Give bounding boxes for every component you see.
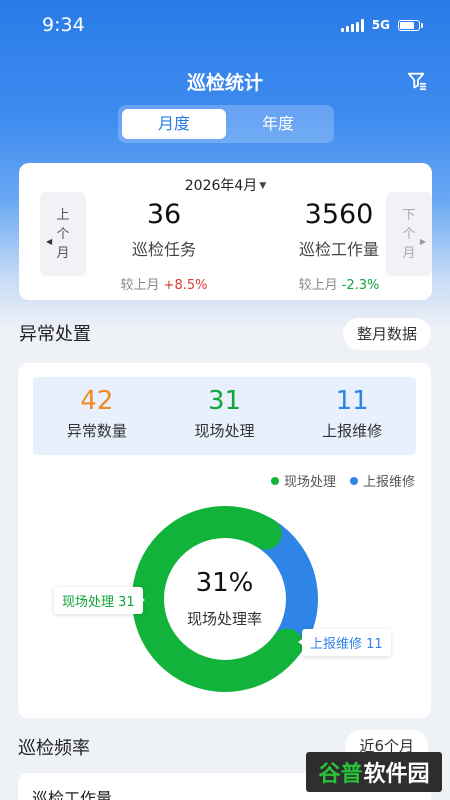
compare-label: 较上月 xyxy=(298,278,338,293)
delta-badge: -2.3% xyxy=(341,278,380,293)
filter-icon[interactable] xyxy=(406,70,428,92)
status-time: 9:34 xyxy=(42,14,85,36)
prev-month-button[interactable]: ◀ 上 个 月 xyxy=(40,192,86,276)
stat-inspection-tasks: 36 巡检任务 较上月 +8.5% xyxy=(89,199,239,293)
tab-monthly[interactable]: 月度 xyxy=(122,109,226,139)
caret-left-icon: ◀ xyxy=(46,237,53,246)
caret-right-icon: ▶ xyxy=(419,237,426,246)
donut-chart xyxy=(132,506,318,692)
next-month-button[interactable]: ▶ 下 个 月 xyxy=(386,192,432,276)
callout-onsite: 现场处理 31 xyxy=(54,587,145,614)
battery-icon xyxy=(398,19,423,31)
month-label: 2026年4月 xyxy=(184,178,258,194)
prev-month-char: 个 xyxy=(56,226,70,242)
network-type: 5G xyxy=(371,18,390,32)
status-icons: 5G xyxy=(340,18,423,32)
section-title-frequency: 巡检频率 xyxy=(18,738,90,759)
section-title-anomaly: 异常处置 xyxy=(19,324,91,345)
status-bar: 9:34 5G xyxy=(0,0,450,50)
donut-slice-onsite xyxy=(132,506,304,692)
next-month-char: 下 xyxy=(402,207,416,223)
stat-value: 36 xyxy=(146,199,182,230)
delta-badge: +8.5% xyxy=(163,278,208,293)
range-button-month[interactable]: 整月数据 xyxy=(342,318,431,350)
period-segment: 月度 年度 xyxy=(118,105,334,143)
watermark-text: 谷普 xyxy=(318,762,363,787)
next-month-char: 月 xyxy=(402,245,416,261)
prev-month-char: 上 xyxy=(56,207,70,223)
stat-compare: 较上月 +8.5% xyxy=(89,274,239,293)
tab-yearly[interactable]: 年度 xyxy=(226,109,330,139)
stat-compare: 较上月 -2.3% xyxy=(264,274,414,293)
callout-repair: 上报维修 11 xyxy=(298,629,391,656)
frequency-card-title: 巡检工作量 xyxy=(32,789,113,800)
signal-icon xyxy=(340,18,364,32)
anomaly-card: 42 异常数量 31 现场处理 11 上报维修 现场处理 上报维修 31% 现场… xyxy=(18,363,431,718)
stat-label: 巡检任务 xyxy=(131,240,196,259)
compare-label: 较上月 xyxy=(120,278,160,293)
watermark-text: 软件园 xyxy=(363,762,430,787)
summary-card: 2026年4月 ▼ ◀ 上 个 月 36 巡检任务 较上月 +8.5% 3560 巡… xyxy=(19,163,432,300)
page-title: 巡检统计 xyxy=(186,72,263,94)
watermark-logo: 谷普 软件园 xyxy=(306,752,442,792)
next-month-char: 个 xyxy=(402,226,416,242)
caret-down-icon: ▼ xyxy=(259,181,267,191)
prev-month-char: 月 xyxy=(56,245,70,261)
